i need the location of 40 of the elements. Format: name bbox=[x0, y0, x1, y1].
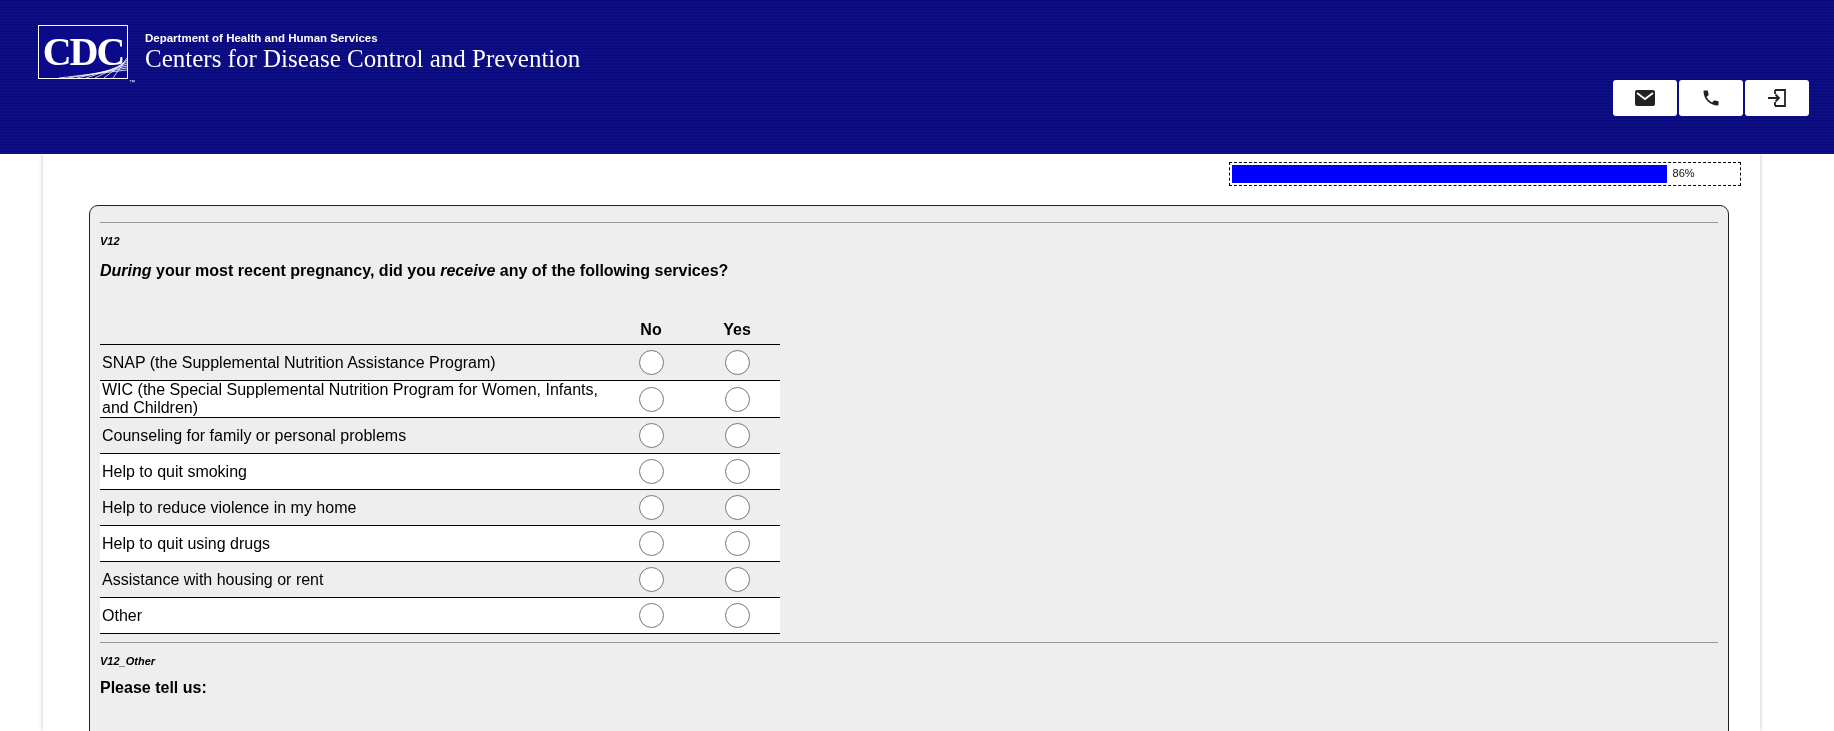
radio-button[interactable] bbox=[638, 495, 664, 520]
row-label: Counseling for family or personal problems bbox=[102, 426, 407, 444]
radio-button[interactable] bbox=[724, 350, 750, 375]
radio-button[interactable] bbox=[724, 495, 750, 520]
radio-button[interactable] bbox=[724, 603, 750, 628]
phone-icon bbox=[1701, 88, 1721, 108]
question-text: During your most recent pregnancy, did you receive any of the following services? bbox=[100, 262, 730, 280]
row-label: Help to reduce violence in my home bbox=[102, 498, 357, 516]
row-label: Assistance with housing or rent bbox=[102, 570, 324, 588]
radio-button[interactable] bbox=[638, 350, 664, 375]
column-header: No bbox=[640, 321, 662, 338]
radio-button[interactable] bbox=[638, 423, 664, 448]
question-code: V12_Other bbox=[100, 655, 157, 667]
question-code: V12 bbox=[100, 235, 121, 247]
column-header: Yes bbox=[723, 321, 751, 338]
agency-name: Centers for Disease Control and Prevention bbox=[145, 45, 581, 73]
logo: CDC bbox=[38, 25, 128, 79]
department-name: Department of Health and Human Services bbox=[145, 32, 379, 44]
radio-button[interactable] bbox=[724, 423, 750, 448]
radio-button[interactable] bbox=[638, 386, 664, 412]
progress-reading: 86% bbox=[1672, 167, 1695, 179]
radio-button[interactable] bbox=[724, 531, 750, 556]
radio-button[interactable] bbox=[638, 603, 664, 628]
email-icon bbox=[1635, 90, 1655, 106]
exit-button[interactable] bbox=[1745, 80, 1809, 116]
row-label: WIC (the Special Supplemental Nutrition Program for Women, Infants, and Children) bbox=[102, 381, 598, 416]
radio-button[interactable] bbox=[724, 567, 750, 592]
row-label: Help to quit using drugs bbox=[102, 534, 271, 552]
radio-button[interactable] bbox=[638, 567, 664, 592]
row-label: Help to quit smoking bbox=[102, 462, 247, 480]
row-label: Other bbox=[102, 606, 142, 624]
radio-button[interactable] bbox=[638, 531, 664, 556]
question-text: Please tell us: bbox=[100, 679, 208, 697]
radio-button[interactable] bbox=[638, 459, 664, 484]
email-button[interactable] bbox=[1613, 80, 1677, 116]
row-label: SNAP (the Supplemental Nutrition Assistance Program) bbox=[102, 353, 496, 371]
sign-in-icon bbox=[1767, 88, 1787, 108]
phone-button[interactable] bbox=[1679, 80, 1743, 116]
radio-button[interactable] bbox=[724, 459, 750, 484]
radio-button[interactable] bbox=[724, 386, 750, 412]
